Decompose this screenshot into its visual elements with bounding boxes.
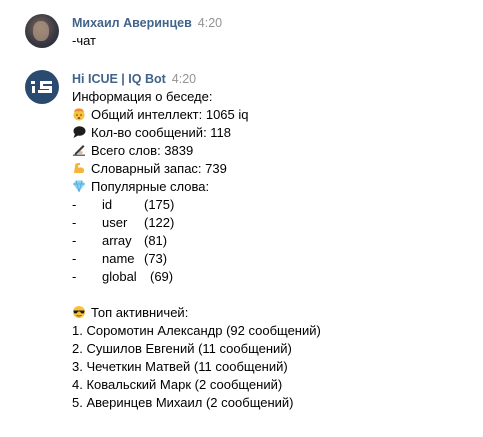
flexed-biceps-icon (74, 163, 85, 173)
author-name[interactable]: Hi ICUE | IQ Bot (72, 72, 166, 86)
gem-icon (73, 180, 85, 193)
message-header: Hi ICUE | IQ Bot 4:20 (72, 70, 196, 88)
popular-word-item: - global (69) (72, 269, 174, 284)
stat-vocab: Словарный запас: 739 (72, 160, 227, 178)
popular-word-item: - id (175) (72, 197, 175, 212)
top-active-item: 1. Соромотин Александр (92 сообщений) (72, 323, 321, 338)
popular-word-item: - name (73) (72, 251, 168, 266)
popular-word-item: - array (81) (72, 233, 168, 248)
popular-word-item: - user (122) (72, 215, 175, 230)
message-time[interactable]: 4:20 (172, 72, 196, 86)
stat-popular: Популярные слова: (72, 178, 209, 196)
stat-messages: Кол-во сообщений: 118 (72, 124, 231, 142)
exploding-head-icon (73, 108, 85, 121)
top-active-title: Топ активничей: (72, 304, 188, 322)
bot-logo-icon (31, 81, 52, 93)
message-text: -чат (72, 33, 97, 48)
author-name[interactable]: Михаил Аверинцев (72, 16, 192, 30)
message-header: Михаил Аверинцев 4:20 (72, 14, 222, 32)
user-avatar[interactable] (25, 14, 59, 48)
top-active-item: 3. Чечеткин Матвей (11 сообщений) (72, 359, 288, 374)
top-active-item: 5. Аверинцев Михаил (2 сообщений) (72, 395, 294, 410)
writing-hand-icon (73, 145, 85, 156)
stat-iq: Общий интеллект: 1065 iq (72, 106, 249, 124)
bot-avatar[interactable] (25, 70, 59, 104)
message-time[interactable]: 4:20 (198, 16, 222, 30)
stat-words: Всего слов: 3839 (72, 142, 193, 160)
sunglasses-face-icon (73, 306, 85, 318)
chat-info-header: Информация о беседе: (72, 89, 213, 104)
top-active-item: 2. Сушилов Евгений (11 сообщений) (72, 341, 292, 356)
speech-bubble-icon (73, 126, 86, 138)
top-active-item: 4. Ковальский Марк (2 сообщений) (72, 377, 283, 392)
